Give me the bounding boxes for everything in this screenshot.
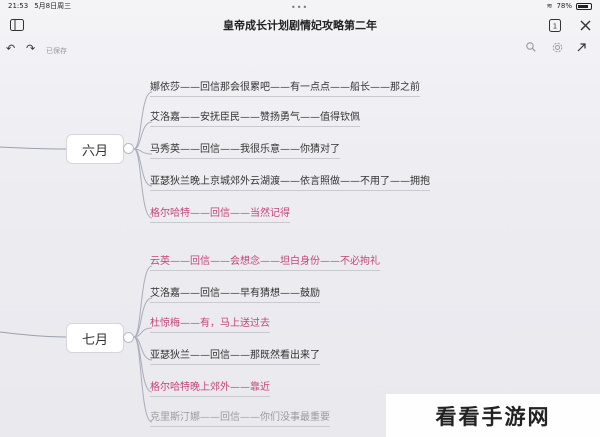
leaf-july-6[interactable]: 克里斯汀娜——回信——你们没事最重要 xyxy=(150,408,330,427)
status-date: 5月8日周三 xyxy=(34,2,72,10)
site-watermark: 看看手游网 xyxy=(386,394,600,437)
leaf-july-4[interactable]: 亚瑟狄兰——回信——那既然看出来了 xyxy=(150,346,320,365)
share-icon[interactable] xyxy=(576,42,587,56)
collapse-toggle-july[interactable] xyxy=(123,332,134,343)
leaf-june-2[interactable]: 艾洛嘉——安抚臣民——赞扬勇气——值得钦佩 xyxy=(150,108,360,127)
svg-text:1: 1 xyxy=(553,22,557,30)
save-status: 已保存 xyxy=(46,47,67,55)
page-view-icon[interactable]: 1 xyxy=(546,16,564,34)
leaf-july-5[interactable]: 格尔哈特晚上郊外——靠近 xyxy=(150,378,270,397)
leaf-june-1[interactable]: 娜依莎——回信那会很累吧——有一点点——船长——那之前 xyxy=(150,78,420,97)
leaf-july-2[interactable]: 艾洛嘉——回信——早有猜想——鼓励 xyxy=(150,284,320,303)
wifi-icon: ≋ xyxy=(546,2,553,10)
redo-icon[interactable]: ↷ xyxy=(26,42,35,55)
search-icon[interactable] xyxy=(526,42,536,55)
multitasking-dots-icon[interactable]: ••• xyxy=(291,3,308,12)
node-july-label: 七月 xyxy=(81,332,108,348)
leaf-june-5[interactable]: 格尔哈特——回信——当然记得 xyxy=(150,204,290,223)
undo-icon[interactable]: ↶ xyxy=(6,42,15,55)
leaf-july-3[interactable]: 杜惊梅——有，马上送过去 xyxy=(150,314,270,333)
node-july[interactable]: 七月 xyxy=(66,323,124,353)
leaf-june-3[interactable]: 马秀英——回信——我很乐意——你猜对了 xyxy=(150,140,340,159)
ipad-screen: 21:53 5月8日周三 ≋ 78% ••• 皇帝成长计划剧情妃攻略第二年 1 … xyxy=(0,0,600,437)
toolbar: ↶ ↷ 已保存 xyxy=(0,40,600,60)
close-icon[interactable] xyxy=(576,16,594,34)
battery-icon xyxy=(576,2,592,10)
node-june[interactable]: 六月 xyxy=(66,134,124,164)
gear-icon[interactable] xyxy=(552,42,563,56)
status-right: ≋ 78% xyxy=(547,2,592,10)
status-time: 21:53 xyxy=(8,2,29,10)
document-title: 皇帝成长计划剧情妃攻略第二年 xyxy=(223,19,377,32)
battery-percent: 78% xyxy=(556,2,572,10)
leaf-july-1[interactable]: 云英——回信——会想念——坦白身份——不必拘礼 xyxy=(150,252,380,271)
mind-map-canvas[interactable]: 六月 七月 娜依莎——回信那会很累吧——有一点点——船长——那之前 艾洛嘉——安… xyxy=(0,60,600,437)
node-june-label: 六月 xyxy=(81,143,108,159)
leaf-june-4[interactable]: 亚瑟狄兰晚上京城郊外云湖渡——依言照做——不用了——拥抱 xyxy=(150,172,430,191)
sidebar-toggle-icon[interactable] xyxy=(8,16,26,34)
collapse-toggle-june[interactable] xyxy=(123,143,134,154)
title-bar: 皇帝成长计划剧情妃攻略第二年 xyxy=(0,12,600,38)
